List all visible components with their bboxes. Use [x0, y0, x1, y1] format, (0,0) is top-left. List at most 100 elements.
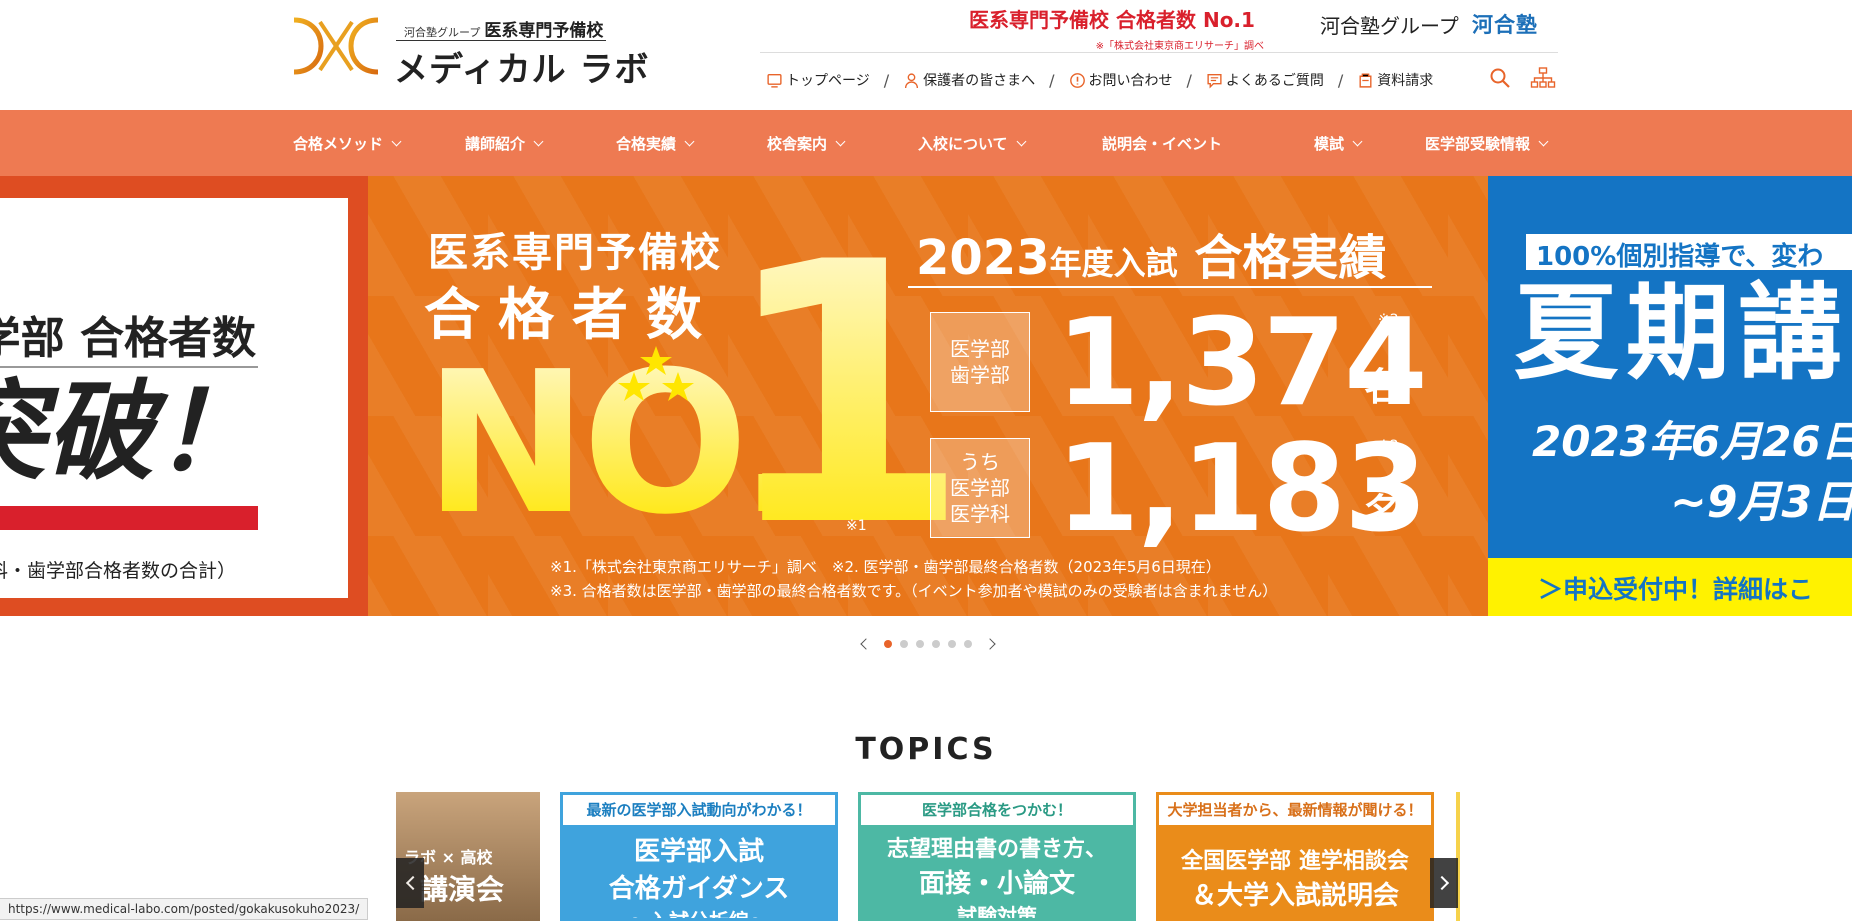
topics-next-button[interactable]	[1430, 858, 1458, 908]
topic-card-guidance[interactable]: 最新の医学部入試動向がわかる！ 医学部入試 合格ガイダンス ～入試分析編～	[560, 792, 838, 921]
topic-card-line1: 医学部入試	[633, 837, 764, 867]
nav-admission-label: 入校について	[918, 134, 1008, 153]
topic-card-head: 大学担当者から、最新情報が聞ける！	[1159, 795, 1431, 825]
stars-icon	[618, 346, 694, 401]
topic-card-line2: ＆大学入試説明会	[1190, 881, 1399, 911]
slide-next-band-text: 100%個別指導で、変わ	[1536, 242, 1824, 272]
carousel-slide-next[interactable]: 100%個別指導で、変わ 夏期講 2023年6月26日 ~9月3日 ＞申込受付中…	[1488, 176, 1852, 616]
carousel-controls	[856, 632, 1000, 656]
util-parents-link[interactable]: 保護者の皆さまへ	[903, 70, 1035, 90]
logo-mark-icon	[291, 17, 381, 75]
utility-divider	[760, 52, 1558, 53]
results-year: 2023	[916, 230, 1050, 286]
nav-exam-info-label: 医学部受験情報	[1425, 134, 1531, 153]
nav-mock-exam-label: 模試	[1314, 134, 1345, 153]
carousel-dot[interactable]	[916, 640, 924, 648]
util-separator: /	[1186, 70, 1192, 90]
carousel-dot[interactable]	[932, 640, 940, 648]
nav-method[interactable]: 合格メソッド	[293, 110, 402, 176]
chevron-right-icon	[984, 638, 996, 650]
slide-card: 学部 合格者数 突破！ 科・歯学部合格者数の合計）	[0, 198, 348, 598]
results-title-mid: 年度入試	[1049, 244, 1178, 282]
topics-slider: ラボ × 高校 講演会 最新の医学部入試動向がわかる！ 医学部入試 合格ガイダン…	[396, 792, 1460, 921]
util-faq-label: よくあるご質問	[1225, 73, 1324, 89]
topic-card-line2: 面接・小論文	[918, 869, 1075, 899]
util-brochure-link[interactable]: 資料請求	[1357, 70, 1433, 90]
carousel-dot[interactable]	[900, 640, 908, 648]
carousel-next-button[interactable]	[984, 636, 1000, 652]
footnote-marker-2: ※2	[1378, 312, 1399, 328]
logo-title: メディカル ラボ	[394, 50, 650, 90]
topic-card-line1: 志望理由書の書き方、	[886, 837, 1107, 862]
results-title-end: 合格実績	[1194, 230, 1387, 286]
chevron-down-icon	[1352, 136, 1363, 146]
util-top-page-label: トップページ	[786, 73, 870, 89]
nav-results-label: 合格実績	[616, 134, 677, 153]
site-logo[interactable]: 河合塾グループ 医系専門予備校 メディカル ラボ	[290, 14, 648, 90]
search-icon	[1490, 68, 1510, 88]
slide-next-date-start: 2023年6月26日	[1532, 417, 1852, 466]
nav-campus[interactable]: 校舎案内	[767, 110, 846, 176]
util-separator: /	[883, 70, 890, 90]
footnote-marker-1: ※1	[846, 518, 867, 534]
util-parents-label: 保護者の皆さまへ	[923, 73, 1036, 89]
nav-instructors[interactable]: 講師紹介	[465, 110, 544, 176]
chevron-down-icon	[1538, 136, 1549, 146]
group-label: 河合塾グループ	[1320, 14, 1459, 38]
slide-footnote-2: ※3. 合格者数は医学部・歯学部の最終合格者数です。（イベント参加者や模試のみの…	[550, 582, 1278, 600]
topics-heading: TOPICS	[855, 732, 997, 767]
carousel-dot[interactable]	[884, 640, 892, 648]
document-icon	[1359, 72, 1372, 88]
topic-card-line3: 試験対策	[957, 904, 1037, 921]
person-icon	[905, 72, 919, 88]
count-unit: 名	[1364, 491, 1403, 535]
util-faq-link[interactable]: よくあるご質問	[1206, 70, 1324, 90]
footnote-marker-2: ※2	[1378, 438, 1399, 454]
carousel-prev-button[interactable]	[856, 636, 872, 652]
util-contact-link[interactable]: お問い合わせ	[1069, 70, 1173, 90]
carousel-dot[interactable]	[964, 640, 972, 648]
med-dental-box: 医学部 歯学部	[930, 312, 1030, 412]
sitemap-button[interactable]	[1530, 66, 1556, 92]
claim-main-text: 医系専門予備校 合格者数 No.1	[969, 8, 1255, 32]
nav-admission[interactable]: 入校について	[918, 110, 1027, 176]
search-button[interactable]	[1488, 66, 1514, 92]
sitemap-icon	[1530, 67, 1556, 88]
chevron-down-icon	[391, 136, 402, 146]
chevron-down-icon	[835, 136, 846, 146]
nav-events[interactable]: 説明会・イベント	[1102, 110, 1222, 176]
nav-method-label: 合格メソッド	[293, 134, 384, 153]
kawaijuku-logo[interactable]: 河合塾	[1472, 9, 1538, 39]
chevron-down-icon	[533, 136, 544, 146]
nav-results[interactable]: 合格実績	[616, 110, 695, 176]
nav-instructors-label: 講師紹介	[465, 134, 526, 153]
carousel-slide-current[interactable]: 医系専門予備校 合格者数 NO. 1 ※1 2023年度入試 合格実績 医学部 …	[368, 176, 1488, 616]
slide-next-band: 100%個別指導で、変わ	[1526, 234, 1852, 272]
status-bar-url: https://www.medical-labo.com/posted/goka…	[0, 898, 369, 920]
topic-card-line1: 全国医学部 進学相談会	[1181, 849, 1409, 874]
topic-card-consultation[interactable]: 大学担当者から、最新情報が聞ける！ 全国医学部 進学相談会 ＆大学入試説明会	[1156, 792, 1434, 921]
nav-mock-exam[interactable]: 模試	[1314, 110, 1363, 176]
slide-next-date-end: ~9月3日	[1670, 477, 1852, 528]
carousel-dots	[880, 640, 976, 648]
count-unit: 名	[1364, 365, 1403, 409]
site-header: 河合塾グループ 医系専門予備校 メディカル ラボ 医系専門予備校 合格者数 No.…	[0, 0, 1852, 110]
results-rule	[908, 286, 1432, 288]
main-nav: 合格メソッド 講師紹介 合格実績 校舎案内 入校について 説明会・イベント 模試…	[0, 110, 1852, 176]
chevron-down-icon	[684, 136, 695, 146]
logo-subtitle: 河合塾グループ 医系専門予備校	[404, 21, 604, 41]
nav-events-label: 説明会・イベント	[1102, 134, 1223, 153]
util-top-page-link[interactable]: トップページ	[766, 70, 870, 90]
slide-next-cta-bar: ＞申込受付中！詳細はこ	[1488, 558, 1852, 616]
monitor-icon	[767, 73, 782, 88]
claim-note-text: ※「株式会社東京商エリサーチ」調べ	[1095, 41, 1264, 52]
carousel-dot[interactable]	[948, 640, 956, 648]
topics-prev-button[interactable]	[396, 858, 424, 908]
hero-carousel: 学部 合格者数 突破！ 科・歯学部合格者数の合計） 医系専門予備校 合格者数 N…	[0, 176, 1852, 616]
topic-card-interview[interactable]: 医学部合格をつかむ！ 志望理由書の書き方、 面接・小論文 試験対策	[858, 792, 1136, 921]
utility-nav: トップページ / 保護者の皆さまへ / お問い合わせ / よくあるご質問 / 資…	[766, 68, 1433, 92]
slide-prev-rule	[0, 366, 258, 368]
carousel-slide-prev[interactable]: 学部 合格者数 突破！ 科・歯学部合格者数の合計）	[0, 176, 368, 616]
slide-footnote-1: ※1.「株式会社東京商エリサーチ」調べ ※2. 医学部・歯学部最終合格者数（20…	[550, 558, 1221, 576]
nav-exam-info[interactable]: 医学部受験情報	[1425, 110, 1549, 176]
